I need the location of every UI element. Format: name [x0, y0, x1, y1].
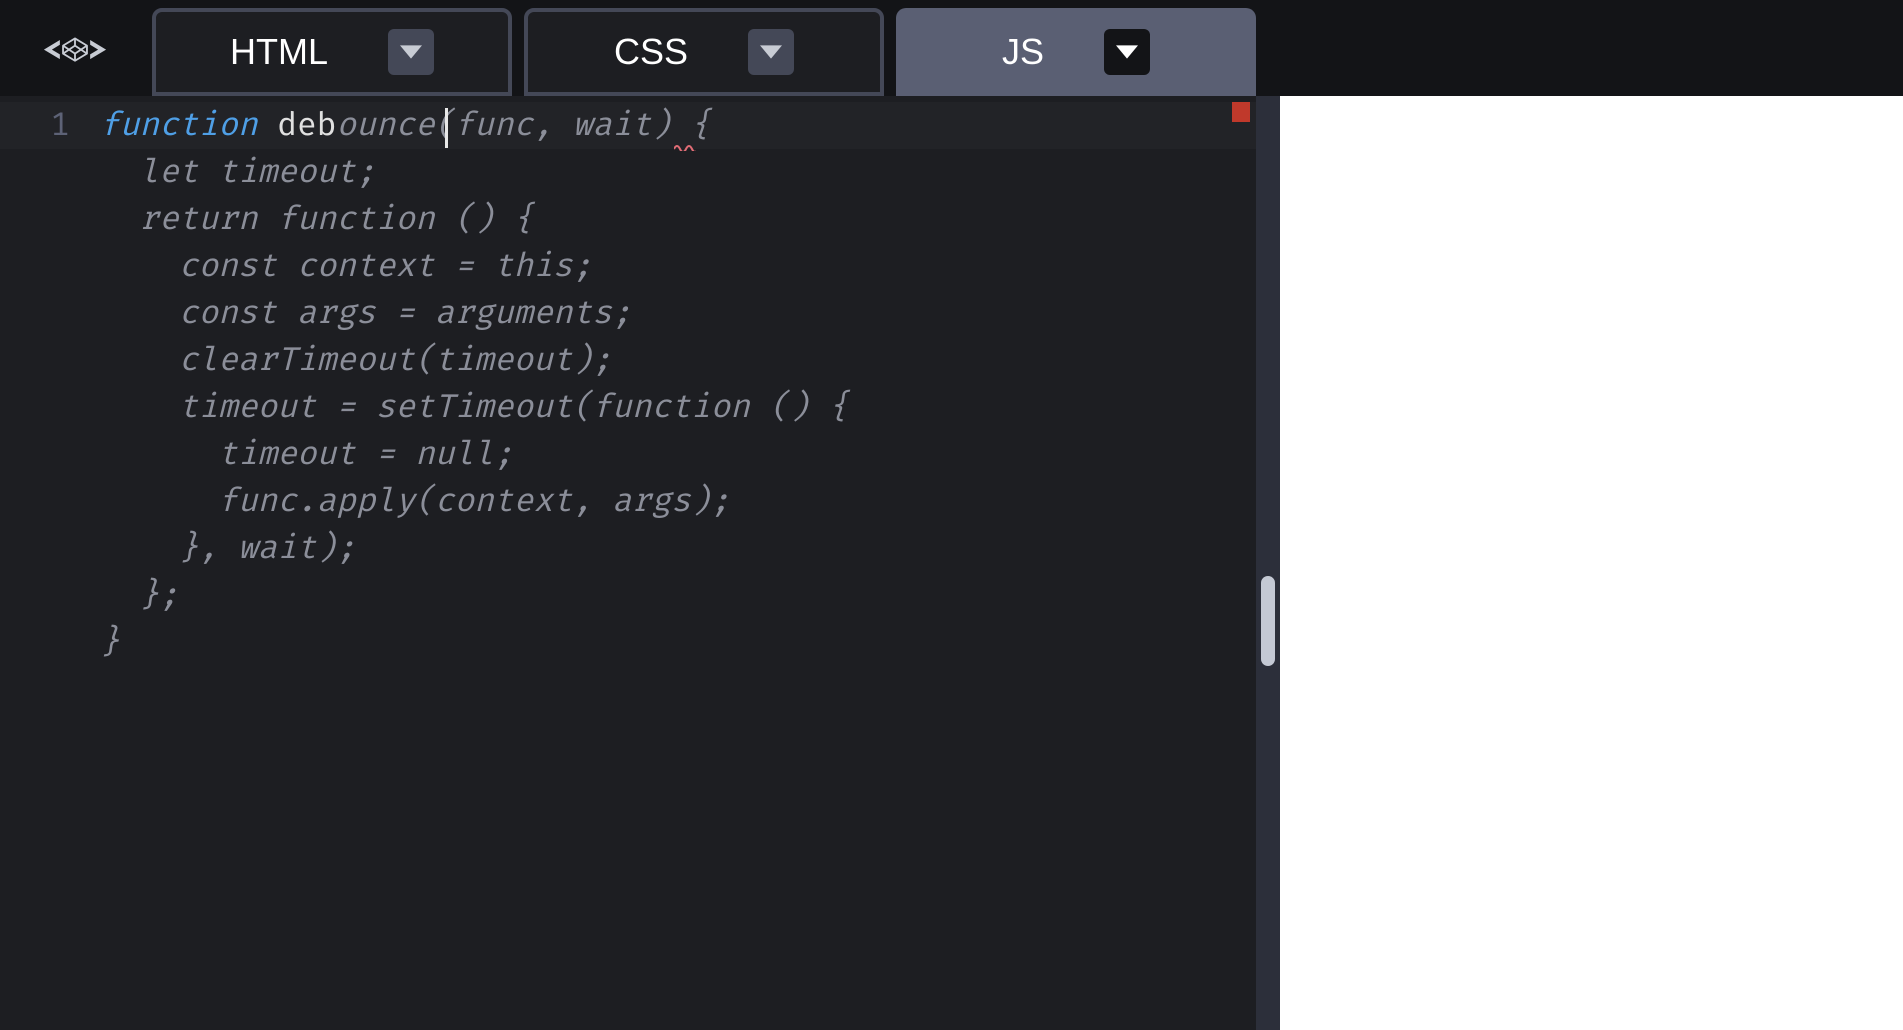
tab-html[interactable]: HTML [152, 8, 512, 96]
line-number: 1 [0, 102, 70, 149]
editor-scrollbar[interactable] [1256, 96, 1280, 1030]
error-squiggle [674, 143, 696, 151]
text-cursor [445, 108, 448, 148]
tab-js-dropdown[interactable] [1104, 29, 1150, 75]
line-number-gutter: 1 [0, 96, 100, 1030]
editor-scrollbar-thumb[interactable] [1261, 576, 1275, 666]
editor-pane[interactable]: 1 function debounce(func, wait) { let ti… [0, 96, 1256, 1030]
tab-js[interactable]: JS [896, 8, 1256, 96]
tab-html-label: HTML [230, 31, 328, 73]
code-suggestion-line: clearTimeout(timeout); [100, 337, 1256, 384]
preview-pane[interactable] [1280, 96, 1903, 1030]
tab-css[interactable]: CSS [524, 8, 884, 96]
workspace: 1 function debounce(func, wait) { let ti… [0, 96, 1903, 1030]
error-marker[interactable] [1232, 102, 1250, 122]
codepen-logo-icon [20, 13, 130, 83]
tab-css-dropdown[interactable] [748, 29, 794, 75]
code-suggestion-line: let timeout; [100, 149, 1256, 196]
chevron-down-icon [760, 45, 782, 59]
tab-css-label: CSS [614, 31, 688, 73]
tab-html-dropdown[interactable] [388, 29, 434, 75]
tab-js-label: JS [1002, 31, 1044, 73]
code-line[interactable]: function debounce(func, wait) { [100, 102, 1256, 149]
code-suggestion-line: return function () { [100, 196, 1256, 243]
code-suggestion-line: const args = arguments; [100, 290, 1256, 337]
code-suggestion-line: }; [100, 572, 1256, 619]
code-suggestion-line: timeout = null; [100, 431, 1256, 478]
codepen-logo[interactable] [10, 8, 140, 88]
code-suggestion-line: } [100, 619, 1256, 666]
code-suggestion-line: const context = this; [100, 243, 1256, 290]
code-suggestion-line: }, wait); [100, 525, 1256, 572]
code-area[interactable]: function debounce(func, wait) { let time… [100, 96, 1256, 1030]
header-bar: HTML CSS JS [0, 0, 1903, 96]
code-suggestion-line: timeout = setTimeout(function () { [100, 384, 1256, 431]
chevron-down-icon [1116, 45, 1138, 59]
chevron-down-icon [400, 45, 422, 59]
code-suggestion-line: func.apply(context, args); [100, 478, 1256, 525]
